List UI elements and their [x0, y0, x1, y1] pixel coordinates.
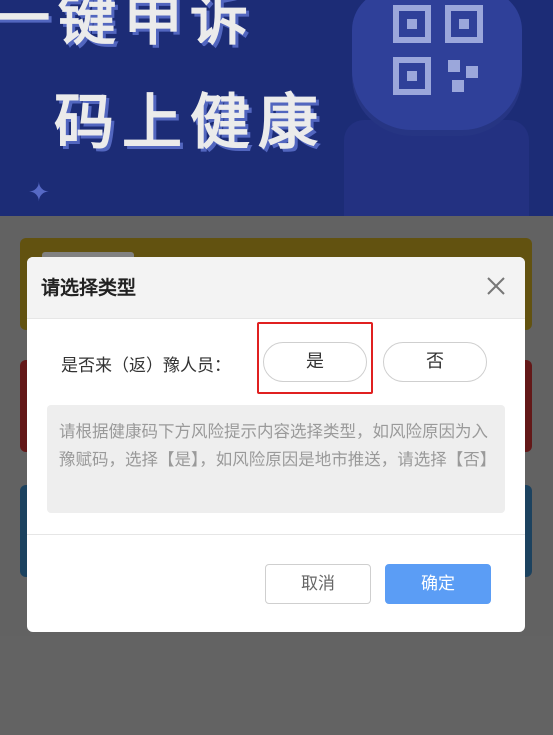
hint-text: 请根据健康码下方风险提示内容选择类型，如风险原因为入豫赋码，选择【是】，如风险原…	[47, 405, 505, 513]
dialog-header: 请选择类型	[27, 257, 525, 319]
return-henan-question-label: 是否来（返）豫人员：	[61, 356, 231, 376]
cancel-button[interactable]: 取消	[265, 564, 371, 604]
confirm-button[interactable]: 确定	[385, 564, 491, 604]
dialog-divider	[27, 534, 525, 535]
option-no-button[interactable]: 否	[383, 342, 487, 382]
close-icon[interactable]	[485, 275, 507, 297]
option-yes-button[interactable]: 是	[263, 342, 367, 382]
type-select-dialog: 请选择类型 是否来（返）豫人员： 是 否 请根据健康码下方风险提示内容选择类型，…	[27, 257, 525, 632]
dialog-title: 请选择类型	[41, 277, 137, 299]
